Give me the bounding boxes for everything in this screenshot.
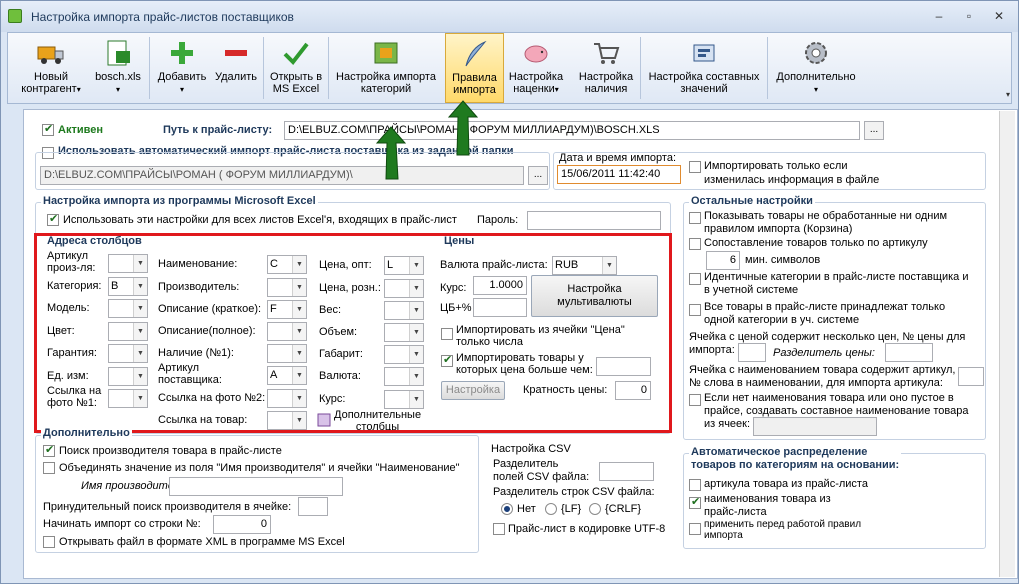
import-rules-button[interactable]: Правила импорта [445, 33, 504, 103]
highlight-frame [34, 233, 672, 433]
show-unprocessed-label: Показывать товары не обработанные ни одн… [704, 210, 948, 235]
min-chars-input[interactable]: 6 [706, 251, 740, 270]
plus-icon [171, 42, 193, 64]
active-checkbox[interactable] [42, 122, 54, 136]
only-changed-label: Импортировать только если изменилась инфо… [704, 160, 880, 186]
row-sep-lf-radio[interactable] [545, 503, 557, 515]
app-icon [8, 9, 22, 23]
password-label: Пароль: [477, 214, 519, 226]
markup-settings-button[interactable]: Настройка наценки▾ [504, 33, 568, 103]
file-button[interactable]: bosch.xls ▾ [90, 33, 146, 103]
single-category-label: Все товары в прайс-листе принадлежат тол… [704, 301, 946, 326]
composite-name-input[interactable] [753, 417, 877, 436]
maximize-button[interactable]: ▫ [956, 7, 982, 25]
delete-button[interactable]: Удалить [211, 33, 261, 103]
open-xml-checkbox[interactable] [43, 536, 55, 548]
extra-title: Дополнительно [41, 427, 132, 439]
import-date-label: Дата и время импорта: [559, 152, 677, 164]
show-unprocessed-checkbox[interactable] [689, 212, 701, 224]
find-maker-label: Поиск производителя товара в прайс-листе [59, 445, 282, 457]
sku-word-input[interactable] [958, 367, 984, 386]
window-title: Настройка импорта прайс-листов поставщик… [31, 10, 294, 24]
arrow-up-icon [375, 126, 407, 180]
row-sep-crlf-label: {CRLF} [605, 503, 642, 515]
quill-icon [465, 40, 487, 67]
excel-settings-title: Настройка импорта из программы Microsoft… [41, 195, 318, 207]
before-rules-label: применить перед работой правил импорта [704, 519, 862, 541]
app-window: Настройка импорта прайс-листов поставщик… [0, 0, 1019, 584]
vertical-scrollbar[interactable] [999, 111, 1015, 577]
csv-field-sep-label: Разделитель полей CSV файла: [493, 458, 590, 483]
by-sku-label: артикула товара из прайс-листа [704, 478, 868, 490]
composite-values-button[interactable]: Настройка составных значений [642, 33, 766, 103]
before-rules-checkbox[interactable] [689, 523, 701, 535]
truck-icon [37, 46, 64, 64]
merge-name-checkbox[interactable] [43, 462, 55, 474]
piggy-bank-icon [524, 45, 548, 63]
more-button[interactable]: Дополнительно ▾ [769, 33, 863, 103]
by-name-label: наименования товара из прайс-листа [704, 493, 831, 518]
csv-title: Настройка CSV [491, 443, 571, 455]
category-import-settings-button[interactable]: Настройка импорта категорий [330, 33, 442, 103]
price-sep-input[interactable] [885, 343, 933, 362]
force-maker-input[interactable] [298, 497, 328, 516]
start-row-input[interactable]: 0 [213, 515, 271, 534]
toolbar: Новый контрагент▾ bosch.xls ▾ Добавить ▾ Уд… [7, 32, 1012, 104]
arrow-up-icon [447, 100, 479, 156]
gear-icon [805, 42, 827, 64]
csv-row-sep-label: Разделитель строк CSV файла: [493, 486, 655, 498]
maker-name-input[interactable] [169, 477, 343, 496]
utf8-checkbox[interactable] [493, 523, 505, 535]
row-sep-crlf-radio[interactable] [589, 503, 601, 515]
force-maker-label: Принудительный поиск производителя в яче… [43, 501, 292, 513]
price-sep-label: Разделитель цены: [773, 347, 875, 359]
open-xml-label: Открывать файл в формате XML в программе… [59, 536, 345, 548]
sku-in-name-label: Ячейка с наименованием товара содержит а… [689, 364, 956, 389]
match-by-sku-checkbox[interactable] [689, 238, 701, 250]
browse-folder-button[interactable]: ... [528, 166, 548, 185]
only-changed-checkbox[interactable] [689, 161, 701, 173]
by-name-checkbox[interactable] [689, 495, 701, 509]
minimize-button[interactable]: – [926, 7, 952, 25]
match-by-sku-label: Сопоставление товаров только по артикулу [704, 237, 928, 249]
shopping-cart-icon [594, 43, 620, 64]
merge-name-label: Объединять значение из поля "Имя произво… [59, 462, 460, 474]
utf8-label: Прайс-лист в кодировке UTF-8 [508, 523, 666, 535]
title-bar: Настройка импорта прайс-листов поставщик… [1, 1, 1018, 32]
add-button[interactable]: Добавить ▾ [154, 33, 210, 103]
identical-categories-label: Идентичные категории в прайс-листе поста… [704, 271, 969, 296]
auto-distribution-title: Автоматическое распределение товаров по к… [689, 446, 902, 472]
import-date-input[interactable]: 15/06/2011 11:42:40 [557, 165, 681, 184]
active-label: Активен [58, 124, 103, 136]
folder-input[interactable]: D:\ELBUZ.COM\ПРАЙСЫ\РОМАН ( ФОРУМ МИЛЛИА… [40, 166, 524, 185]
category-settings-icon [374, 42, 398, 64]
availability-settings-button[interactable]: Настройка наличия [574, 33, 638, 103]
path-label: Путь к прайс-листу: [163, 124, 273, 136]
toolbar-overflow-icon[interactable]: ▾ [1006, 90, 1010, 99]
csv-field-sep-input[interactable] [599, 462, 654, 481]
password-input[interactable] [527, 211, 661, 230]
min-chars-label: мин. символов [745, 254, 821, 266]
multi-price-input[interactable] [738, 343, 766, 362]
row-sep-lf-label: {LF} [561, 503, 582, 515]
by-sku-checkbox[interactable] [689, 479, 701, 491]
checkmark-icon [283, 42, 309, 66]
open-in-excel-button[interactable]: Открыть в MS Excel [265, 33, 327, 103]
excel-file-icon [107, 40, 130, 66]
new-contractor-button[interactable]: Новый контрагент▾ [14, 33, 88, 103]
all-sheets-label: Использовать эти настройки для всех лист… [63, 214, 457, 226]
all-sheets-checkbox[interactable] [47, 212, 59, 226]
composite-values-icon [693, 44, 715, 62]
find-maker-checkbox[interactable] [43, 443, 55, 457]
composite-name-checkbox[interactable] [689, 394, 701, 406]
identical-categories-checkbox[interactable] [689, 273, 701, 285]
minus-icon [225, 50, 247, 56]
browse-path-button[interactable]: ... [864, 121, 884, 140]
single-category-checkbox[interactable] [689, 304, 701, 316]
row-sep-none-radio[interactable] [501, 503, 513, 515]
row-sep-none-label: Нет [517, 503, 536, 515]
close-button[interactable]: ✕ [986, 7, 1012, 25]
other-settings-title: Остальные настройки [689, 195, 815, 207]
start-row-label: Начинать импорт со строки №: [43, 518, 201, 530]
